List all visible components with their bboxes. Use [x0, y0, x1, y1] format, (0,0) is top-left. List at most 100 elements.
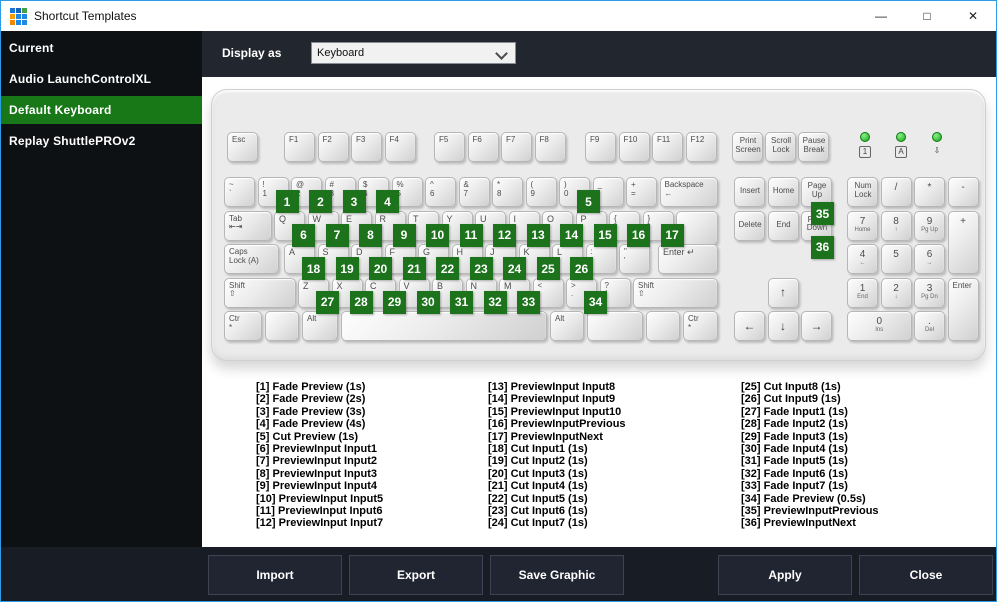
- key-enter[interactable]: Enter ↵: [658, 244, 718, 274]
- key-period[interactable]: >. 34: [566, 277, 607, 314]
- legend-entry: [15] PreviewInput Input10: [488, 405, 622, 418]
- shortcut-badge-18: 18: [302, 257, 325, 280]
- key-win-left[interactable]: [265, 311, 299, 341]
- key-num-3[interactable]: 3 Pg Dn: [914, 277, 945, 308]
- legend-entry: [30] Fade Input4 (1s): [741, 443, 848, 456]
- legend-entry: [22] Cut Input5 (1s): [488, 492, 588, 505]
- key-f5[interactable]: F5: [434, 132, 465, 162]
- key-0[interactable]: ) 0 5: [559, 177, 600, 213]
- key-num-5[interactable]: 5: [880, 244, 912, 274]
- legend-entry: [21] Cut Input4 (1s): [488, 480, 588, 493]
- key-num-enter[interactable]: Enter: [947, 277, 979, 341]
- close-icon[interactable]: ✕: [950, 1, 996, 31]
- key-f10[interactable]: F10: [618, 132, 650, 162]
- key-num-subtract[interactable]: -: [947, 177, 979, 207]
- key-8[interactable]: * 8: [492, 177, 523, 207]
- shortcut-badge-17: 17: [660, 223, 684, 247]
- key-num-7[interactable]: 7 Home: [847, 210, 878, 241]
- key-q[interactable]: Q6: [274, 210, 315, 247]
- apply-button[interactable]: Apply: [718, 555, 852, 595]
- key-tab[interactable]: Tab ⇤⇥: [224, 210, 272, 241]
- key-a[interactable]: A 18: [284, 244, 325, 280]
- key-num-add[interactable]: +: [947, 210, 979, 274]
- key-ctrl-right[interactable]: Ctr *: [683, 311, 718, 341]
- key-f7[interactable]: F7: [501, 132, 532, 162]
- key-num-0[interactable]: 0 Ins: [847, 311, 912, 341]
- key-shift-right[interactable]: Shift ⇧: [633, 277, 718, 308]
- key-label: E: [346, 213, 353, 224]
- key-backquote[interactable]: ~ `: [224, 177, 255, 207]
- key-arrow-left[interactable]: ←: [734, 311, 765, 341]
- key-num-1[interactable]: 1 End: [847, 277, 878, 308]
- key-insert[interactable]: Insert: [734, 177, 765, 207]
- key-caps-lock[interactable]: Caps Lock (A): [224, 244, 279, 274]
- key-num-4[interactable]: 4 ←: [847, 244, 878, 274]
- key-f3[interactable]: F3: [351, 132, 382, 162]
- key-f2[interactable]: F2: [317, 132, 349, 162]
- key-9[interactable]: (9: [525, 177, 557, 207]
- display-as-dropdown[interactable]: Keyboard: [311, 42, 516, 64]
- key-backspace[interactable]: Backspace ←: [659, 177, 718, 207]
- export-button[interactable]: Export: [349, 555, 483, 595]
- key-z[interactable]: Z 27: [298, 277, 339, 314]
- legend-entry: [13] PreviewInput Input8: [488, 381, 616, 393]
- key-num-9[interactable]: 9 Pg Up: [914, 210, 945, 241]
- key-alt-right[interactable]: Alt: [550, 311, 584, 341]
- key-arrow-right[interactable]: →: [801, 311, 832, 341]
- key-num-lock[interactable]: Num Lock: [847, 177, 878, 207]
- key-end[interactable]: End: [767, 210, 799, 241]
- key-label: F4: [389, 135, 399, 144]
- key-num-8[interactable]: 8 ↑: [880, 210, 912, 241]
- key-label: Home: [854, 226, 871, 233]
- minimize-icon[interactable]: —: [858, 1, 904, 31]
- key-quote[interactable]: " ': [619, 244, 650, 274]
- key-6[interactable]: ^ 6: [425, 177, 456, 207]
- legend-entry: [11] PreviewInput Input6: [256, 505, 383, 518]
- key-num-multiply[interactable]: *: [914, 177, 945, 207]
- key-ctrl-left[interactable]: Ctr *: [224, 311, 262, 341]
- key-num-2[interactable]: 2 ↓: [880, 277, 912, 308]
- key-arrow-up[interactable]: ↑: [767, 277, 799, 308]
- key-7[interactable]: & 7: [458, 177, 490, 207]
- key-home[interactable]: Home: [767, 177, 799, 207]
- save-graphic-button[interactable]: Save Graphic: [490, 555, 624, 595]
- legend-entry: [34] Fade Preview (0.5s): [741, 492, 866, 505]
- key-print-screen[interactable]: Print Screen: [732, 132, 763, 162]
- key-scroll-lock[interactable]: Scroll Lock: [765, 132, 796, 162]
- key-num-decimal[interactable]: . Del: [914, 311, 945, 341]
- app-logo-cell: [16, 14, 21, 19]
- sidebar-item-default-keyboard[interactable]: Default Keyboard: [1, 96, 202, 124]
- sidebar-item-audio-launchcontrolxl[interactable]: Audio LaunchControlXL: [1, 65, 202, 93]
- key-f12[interactable]: F12: [685, 132, 717, 162]
- sidebar-item-replay-shuttleprov2[interactable]: Replay ShuttlePROv2: [1, 127, 202, 155]
- key-f1[interactable]: F1: [284, 132, 315, 162]
- key-esc[interactable]: Esc: [227, 132, 258, 162]
- key-f11[interactable]: F11: [652, 132, 683, 162]
- key-page-up[interactable]: Page Up 35: [801, 177, 834, 225]
- sidebar-item-current[interactable]: Current: [1, 34, 202, 62]
- key-label: 0: [876, 316, 883, 327]
- key-f8[interactable]: F8: [534, 132, 566, 162]
- key-num-6[interactable]: 6 →: [914, 244, 945, 274]
- key-f6[interactable]: F6: [467, 132, 499, 162]
- close-button[interactable]: Close: [859, 555, 993, 595]
- key-label: 5: [397, 189, 422, 199]
- key-menu[interactable]: [646, 311, 680, 341]
- key-space[interactable]: [341, 311, 547, 341]
- key-num-divide[interactable]: /: [880, 177, 912, 207]
- key-equals[interactable]: + =: [626, 177, 657, 207]
- app-logo-cell: [16, 8, 21, 13]
- maximize-icon[interactable]: □: [904, 1, 950, 31]
- key-pause-break[interactable]: Pause Break: [798, 132, 829, 162]
- key-arrow-down[interactable]: ↓: [767, 311, 799, 341]
- key-label: Pg Up: [921, 226, 938, 233]
- key-f4[interactable]: F4: [384, 132, 416, 162]
- key-label: 8: [893, 215, 899, 227]
- key-1[interactable]: ! 1 1: [257, 177, 299, 213]
- key-shift-left[interactable]: Shift ⇧: [224, 277, 296, 308]
- key-delete[interactable]: Delete: [734, 210, 765, 241]
- key-win-right[interactable]: [587, 311, 643, 341]
- key-f9[interactable]: F9: [585, 132, 616, 162]
- key-alt-left[interactable]: Alt: [302, 311, 338, 341]
- import-button[interactable]: Import: [208, 555, 342, 595]
